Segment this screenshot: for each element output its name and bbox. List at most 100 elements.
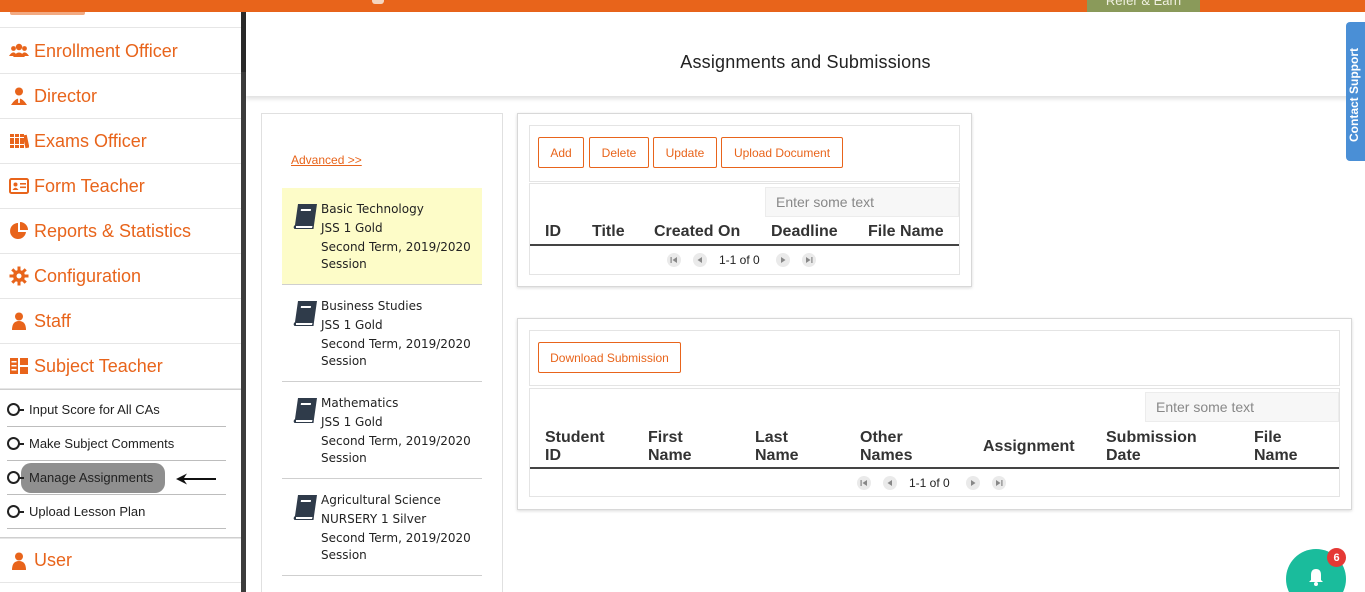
sidebar-item-reports-statistics[interactable]: Reports & Statistics bbox=[0, 209, 241, 254]
submenu-item-label: Upload Lesson Plan bbox=[29, 504, 146, 519]
sidebar-item-enrollment-officer[interactable]: Enrollment Officer bbox=[0, 29, 241, 74]
circle-icon bbox=[7, 437, 24, 450]
subject-class: JSS 1 Gold bbox=[321, 221, 383, 235]
first-page-icon[interactable] bbox=[667, 253, 681, 267]
sidebar-item-staff[interactable]: Staff bbox=[0, 299, 241, 344]
subject-name: Basic Technology bbox=[321, 202, 424, 216]
sidebar-item-exams-officer[interactable]: Exams Officer bbox=[0, 119, 241, 164]
subject-term: Second Term, 2019/2020 bbox=[321, 240, 471, 254]
submenu-item-input-score[interactable]: Input Score for All CAs bbox=[7, 393, 226, 427]
column-header-created-on[interactable]: Created On bbox=[654, 223, 740, 241]
last-page-icon[interactable] bbox=[801, 253, 816, 267]
next-page-icon[interactable] bbox=[775, 253, 790, 267]
arrow-left-icon bbox=[176, 473, 216, 485]
header-line-1: File bbox=[1254, 429, 1282, 446]
users-icon bbox=[9, 43, 29, 57]
subject-session: Session bbox=[321, 451, 367, 465]
top-bar-fragment bbox=[372, 0, 384, 4]
submenu-item-label: Make Subject Comments bbox=[29, 436, 175, 451]
prev-page-icon[interactable] bbox=[693, 253, 707, 267]
sidebar-item-subject-teacher[interactable]: Subject Teacher bbox=[0, 344, 241, 389]
pager-range: 1-1 of 0 bbox=[719, 253, 760, 267]
subject-class: JSS 1 Gold bbox=[321, 318, 383, 332]
first-page-icon[interactable] bbox=[857, 476, 871, 490]
upload-document-button[interactable]: Upload Document bbox=[721, 137, 843, 168]
books-icon bbox=[10, 134, 29, 149]
book-icon bbox=[293, 495, 317, 520]
subject-class: NURSERY 1 Silver bbox=[321, 512, 427, 526]
sidebar-item-label: Configuration bbox=[34, 265, 142, 286]
column-header-submission-date[interactable]: Submission Date bbox=[1106, 429, 1197, 465]
sidebar-item-form-teacher[interactable]: Form Teacher bbox=[0, 164, 241, 209]
user-icon bbox=[12, 552, 26, 570]
subject-name: Mathematics bbox=[321, 396, 399, 410]
column-header-file-name[interactable]: File Name bbox=[1254, 429, 1298, 465]
column-header-id[interactable]: ID bbox=[545, 223, 561, 241]
page-title: Assignments and Submissions bbox=[680, 52, 931, 72]
sidebar-item-partial[interactable] bbox=[0, 12, 241, 28]
column-header-title[interactable]: Title bbox=[592, 223, 625, 241]
subject-session: Session bbox=[321, 354, 367, 368]
assignments-pager: 1-1 of 0 bbox=[667, 253, 828, 267]
grid-icon bbox=[10, 358, 28, 374]
subject-teacher-submenu: Input Score for All CAs Make Subject Com… bbox=[0, 389, 241, 538]
column-header-last-name[interactable]: Last Name bbox=[755, 429, 799, 465]
book-icon bbox=[293, 204, 317, 229]
header-line-2: Date bbox=[1106, 447, 1141, 464]
sidebar-item-label: Staff bbox=[34, 310, 71, 331]
column-header-assignment[interactable]: Assignment bbox=[983, 438, 1075, 456]
last-page-icon[interactable] bbox=[991, 476, 1006, 490]
subject-item-basic-technology[interactable]: Basic Technology JSS 1 Gold Second Term,… bbox=[282, 188, 482, 285]
submenu-item-label: Input Score for All CAs bbox=[29, 402, 160, 417]
submissions-search-input[interactable]: Enter some text bbox=[1145, 392, 1339, 422]
sidebar-item-label: Enrollment Officer bbox=[34, 40, 178, 61]
circle-icon bbox=[7, 505, 24, 518]
book-icon bbox=[293, 398, 317, 423]
submenu-item-upload-lesson-plan[interactable]: Upload Lesson Plan bbox=[7, 495, 226, 529]
sidebar-item-user[interactable]: User bbox=[0, 538, 241, 583]
header-divider bbox=[530, 244, 959, 246]
subject-item-mathematics[interactable]: Mathematics JSS 1 Gold Second Term, 2019… bbox=[282, 382, 482, 479]
sidebar-item-configuration[interactable]: Configuration bbox=[0, 254, 241, 299]
column-header-first-name[interactable]: First Name bbox=[648, 429, 692, 465]
advanced-link[interactable]: Advanced >> bbox=[291, 153, 362, 167]
header-divider bbox=[530, 467, 1339, 469]
header-line-2: Name bbox=[648, 447, 692, 464]
page-header: Assignments and Submissions bbox=[246, 12, 1365, 96]
subject-term: Second Term, 2019/2020 bbox=[321, 337, 471, 351]
subject-name: Agricultural Science bbox=[321, 493, 441, 507]
book-icon bbox=[293, 301, 317, 326]
refer-earn-button[interactable]: Refer & Earn bbox=[1087, 0, 1200, 12]
column-header-student-id[interactable]: Student ID bbox=[545, 429, 605, 465]
sidebar-item-director[interactable]: Director bbox=[0, 74, 241, 119]
sidebar-scrollbar[interactable] bbox=[241, 12, 246, 592]
download-submission-button[interactable]: Download Submission bbox=[538, 342, 681, 373]
update-button[interactable]: Update bbox=[653, 137, 717, 168]
sidebar-item-label: Exams Officer bbox=[34, 130, 147, 151]
assignments-search-input[interactable]: Enter some text bbox=[765, 187, 959, 217]
delete-button[interactable]: Delete bbox=[589, 137, 649, 168]
id-card-icon bbox=[9, 178, 29, 194]
next-page-icon[interactable] bbox=[965, 476, 980, 490]
header-line-2: ID bbox=[545, 447, 561, 464]
submenu-item-subject-comments[interactable]: Make Subject Comments bbox=[7, 427, 226, 461]
subject-term: Second Term, 2019/2020 bbox=[321, 531, 471, 545]
column-header-deadline[interactable]: Deadline bbox=[771, 223, 838, 241]
prev-page-icon[interactable] bbox=[883, 476, 897, 490]
header-line-2: Name bbox=[755, 447, 799, 464]
column-header-other-names[interactable]: Other Names bbox=[860, 429, 912, 465]
header-line-1: Other bbox=[860, 429, 903, 446]
pager-range: 1-1 of 0 bbox=[909, 476, 950, 490]
subject-class: JSS 1 Gold bbox=[321, 415, 383, 429]
gear-icon bbox=[9, 266, 29, 286]
add-button[interactable]: Add bbox=[538, 137, 584, 168]
submenu-item-label: Manage Assignments bbox=[29, 470, 154, 485]
subject-item-agricultural-science[interactable]: Agricultural Science NURSERY 1 Silver Se… bbox=[282, 479, 482, 576]
header-line-1: Student bbox=[545, 429, 605, 446]
subject-session: Session bbox=[321, 257, 367, 271]
column-header-file-name[interactable]: File Name bbox=[868, 223, 944, 241]
contact-support-tab[interactable]: Contact Support bbox=[1346, 22, 1365, 161]
subject-term: Second Term, 2019/2020 bbox=[321, 434, 471, 448]
header-line-2: Name bbox=[1254, 447, 1298, 464]
subject-item-business-studies[interactable]: Business Studies JSS 1 Gold Second Term,… bbox=[282, 285, 482, 382]
